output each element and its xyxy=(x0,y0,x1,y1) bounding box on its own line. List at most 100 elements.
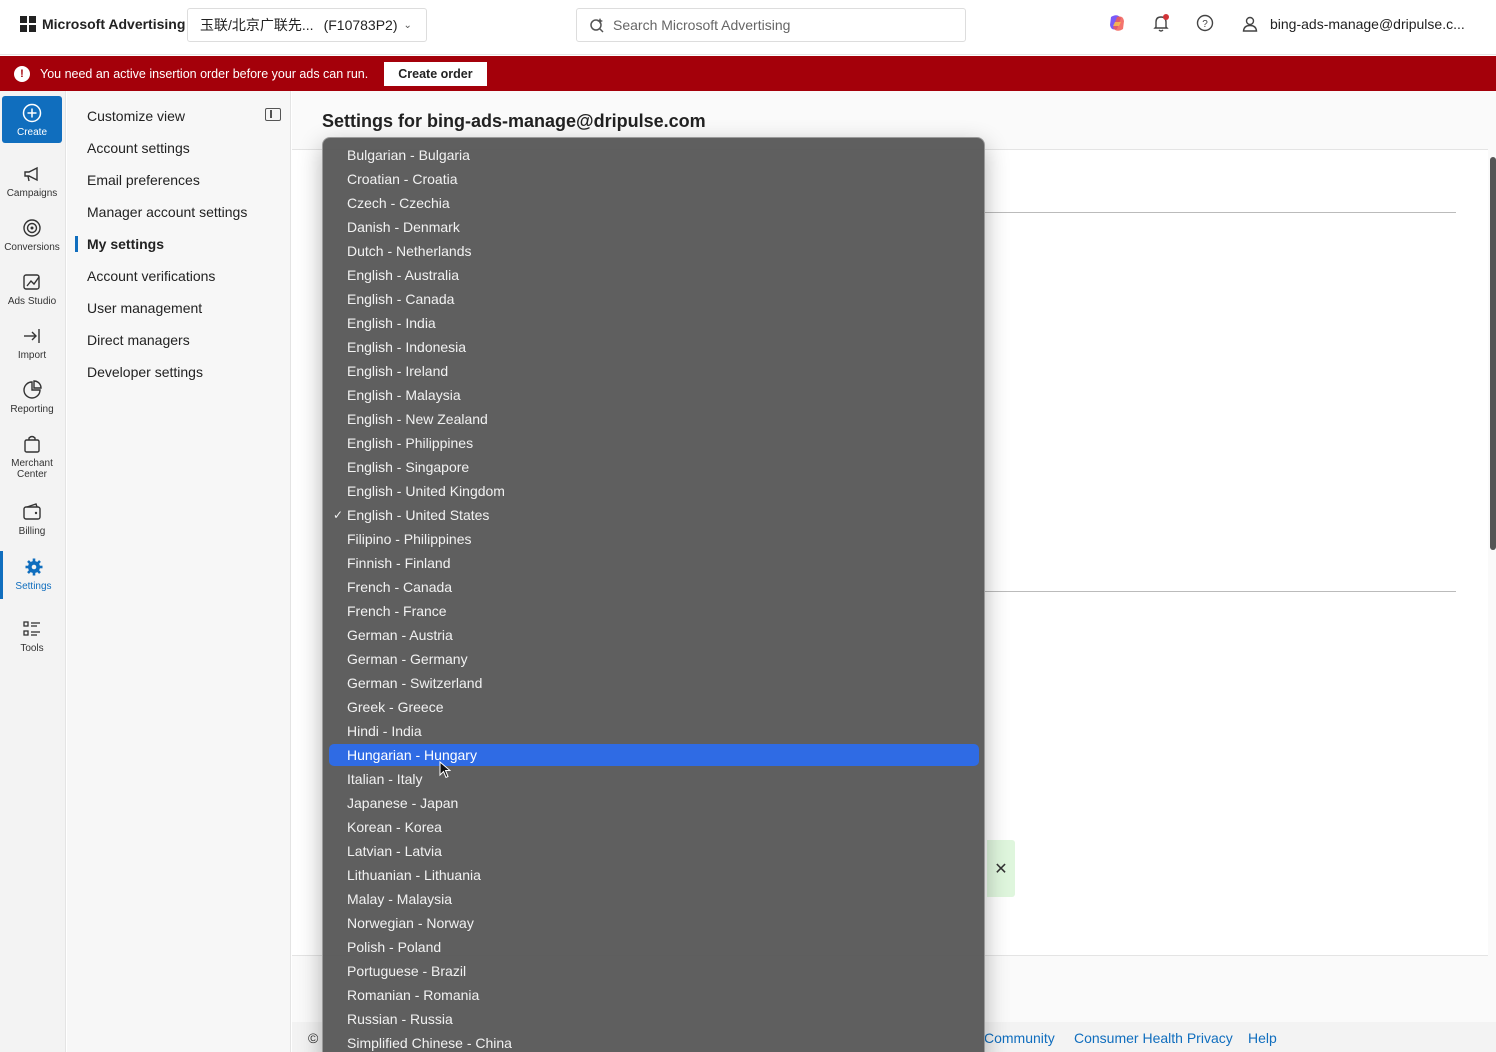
language-option-label: Simplified Chinese - China xyxy=(347,1035,512,1051)
language-option[interactable]: ✓ English - United States xyxy=(329,504,979,526)
language-option-label: Filipino - Philippines xyxy=(347,531,472,547)
search-input[interactable]: Search Microsoft Advertising xyxy=(576,8,966,42)
rail-item-merchant-center[interactable]: Merchant Center xyxy=(2,433,62,480)
divider xyxy=(982,212,1456,213)
rail-item-billing[interactable]: Billing xyxy=(2,501,62,537)
language-option[interactable]: French - France xyxy=(329,600,979,622)
nav-account-settings[interactable]: Account settings xyxy=(87,140,190,156)
footer-link-help[interactable]: Help xyxy=(1248,1030,1277,1046)
copilot-icon[interactable] xyxy=(1106,12,1128,34)
language-option[interactable]: Finnish - Finland xyxy=(329,552,979,574)
language-option[interactable]: Russian - Russia xyxy=(329,1008,979,1030)
language-option-label: Polish - Poland xyxy=(347,939,442,955)
language-option-label: Italian - Italy xyxy=(347,771,423,787)
language-option[interactable]: English - Indonesia xyxy=(329,336,979,358)
language-option[interactable]: English - Canada xyxy=(329,288,979,310)
user-email: bing-ads-manage@dripulse.c... xyxy=(1270,16,1465,32)
rail-item-reporting[interactable]: Reporting xyxy=(2,379,62,415)
account-id: (F10783P2) xyxy=(323,17,398,33)
language-option-label: Japanese - Japan xyxy=(347,795,459,811)
page-scrollbar[interactable] xyxy=(1490,157,1496,550)
language-option-label: English - Ireland xyxy=(347,363,449,379)
rail-label: Settings xyxy=(15,581,52,592)
account-picker[interactable]: 玉联/北京广联先... (F10783P2) ⌄ xyxy=(187,8,427,42)
language-option[interactable]: Japanese - Japan xyxy=(329,792,979,814)
language-option[interactable]: Latvian - Latvia xyxy=(329,840,979,862)
settings-nav: Customize view Account settings Email pr… xyxy=(67,91,291,1052)
footer-link-consumer-health-privacy[interactable]: Consumer Health Privacy xyxy=(1074,1030,1233,1046)
rail-item-tools[interactable]: Tools xyxy=(2,618,62,654)
gear-icon xyxy=(25,558,42,576)
tools-icon xyxy=(23,621,40,636)
language-option[interactable]: Portuguese - Brazil xyxy=(329,960,979,982)
nav-customize-view[interactable]: Customize view xyxy=(87,108,185,124)
language-option-label: Portuguese - Brazil xyxy=(347,963,467,979)
megaphone-icon xyxy=(24,166,38,182)
nav-manager-account-settings[interactable]: Manager account settings xyxy=(87,204,247,220)
language-option-label: German - Austria xyxy=(347,627,453,643)
language-option[interactable]: English - Philippines xyxy=(329,432,979,454)
language-option[interactable]: English - Australia xyxy=(329,264,979,286)
rail-item-create[interactable]: Create xyxy=(2,96,62,143)
language-option[interactable]: English - Malaysia xyxy=(329,384,979,406)
footer-link-community[interactable]: Community xyxy=(984,1030,1055,1046)
help-icon[interactable]: ? xyxy=(1194,12,1216,34)
collapse-panel-icon[interactable] xyxy=(265,108,281,121)
language-option[interactable]: English - New Zealand xyxy=(329,408,979,430)
language-option[interactable]: English - Singapore xyxy=(329,456,979,478)
language-option[interactable]: English - United Kingdom xyxy=(329,480,979,502)
rail-item-conversions[interactable]: Conversions xyxy=(2,217,62,253)
language-option-label: Greek - Greece xyxy=(347,699,444,715)
language-option[interactable]: Dutch - Netherlands xyxy=(329,240,979,262)
language-option-label: Lithuanian - Lithuania xyxy=(347,867,481,883)
account-name: 玉联/北京广联先... xyxy=(200,17,314,33)
language-option[interactable]: German - Germany xyxy=(329,648,979,670)
language-option[interactable]: Romanian - Romania xyxy=(329,984,979,1006)
language-option[interactable]: German - Switzerland xyxy=(329,672,979,694)
language-option-label: Danish - Denmark xyxy=(347,219,460,235)
bell-icon[interactable] xyxy=(1150,12,1172,34)
language-option[interactable]: Danish - Denmark xyxy=(329,216,979,238)
language-option[interactable]: Korean - Korea xyxy=(329,816,979,838)
language-option[interactable]: Norwegian - Norway xyxy=(329,912,979,934)
nav-user-management[interactable]: User management xyxy=(87,300,202,316)
close-icon[interactable]: ✕ xyxy=(987,840,1015,897)
nav-account-verifications[interactable]: Account verifications xyxy=(87,268,215,284)
language-option[interactable]: Lithuanian - Lithuania xyxy=(329,864,979,886)
language-option[interactable]: English - India xyxy=(329,312,979,334)
nav-direct-managers[interactable]: Direct managers xyxy=(87,332,190,348)
nav-developer-settings[interactable]: Developer settings xyxy=(87,364,203,380)
language-option[interactable]: Czech - Czechia xyxy=(329,192,979,214)
language-option[interactable]: Bulgarian - Bulgaria xyxy=(329,144,979,166)
language-option[interactable]: Filipino - Philippines xyxy=(329,528,979,550)
nav-my-settings[interactable]: My settings xyxy=(87,236,164,252)
language-option[interactable]: Italian - Italy xyxy=(329,768,979,790)
plus-circle-icon xyxy=(22,103,42,123)
page-title: Settings for bing-ads-manage@dripulse.co… xyxy=(322,111,706,131)
language-option[interactable]: German - Austria xyxy=(329,624,979,646)
language-option[interactable]: Hungarian - Hungary xyxy=(329,744,979,766)
create-order-button[interactable]: Create order xyxy=(384,61,487,86)
rail-item-import[interactable]: Import xyxy=(2,325,62,361)
language-option[interactable]: French - Canada xyxy=(329,576,979,598)
user-menu[interactable]: bing-ads-manage@dripulse.c... xyxy=(1240,14,1465,34)
language-option[interactable]: Simplified Chinese - China xyxy=(329,1032,979,1052)
language-dropdown-list[interactable]: Bulgarian - Bulgaria Croatian - Croatia Cz… xyxy=(322,137,985,1052)
language-option[interactable]: Hindi - India xyxy=(329,720,979,742)
language-option[interactable]: Croatian - Croatia xyxy=(329,168,979,190)
language-option[interactable]: English - Ireland xyxy=(329,360,979,382)
wallet-icon xyxy=(23,503,41,520)
person-icon xyxy=(1242,16,1258,32)
language-option-label: Croatian - Croatia xyxy=(347,171,458,187)
language-option-label: English - New Zealand xyxy=(347,411,488,427)
language-option[interactable]: Malay - Malaysia xyxy=(329,888,979,910)
brand[interactable]: Microsoft Advertising xyxy=(20,16,185,32)
rail-item-campaigns[interactable]: Campaigns xyxy=(2,163,62,199)
rail-item-settings[interactable]: Settings xyxy=(0,551,64,599)
rail-item-ads-studio[interactable]: Ads Studio xyxy=(2,271,62,307)
language-option[interactable]: Polish - Poland xyxy=(329,936,979,958)
language-option[interactable]: Greek - Greece xyxy=(329,696,979,718)
language-option-label: Korean - Korea xyxy=(347,819,442,835)
nav-email-preferences[interactable]: Email preferences xyxy=(87,172,200,188)
language-option-label: Hindi - India xyxy=(347,723,422,739)
